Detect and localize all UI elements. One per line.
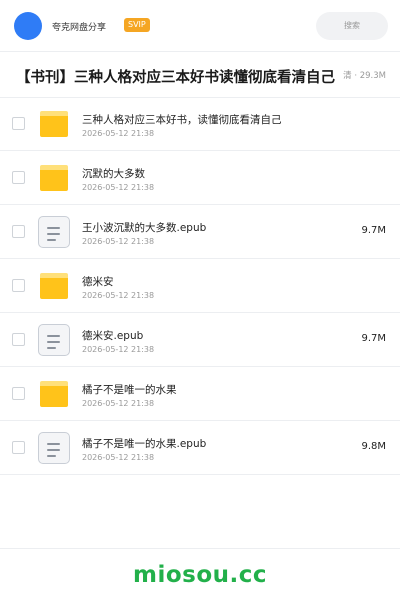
item-date: 2026-05-12 21:38 <box>82 183 155 192</box>
item-date: 2026-05-12 21:38 <box>82 453 155 462</box>
folder-icon <box>38 270 70 302</box>
list-item[interactable]: 三种人格对应三本好书，读懂彻底看清自己 2026-05-12 21:38 <box>0 97 400 151</box>
divider <box>0 548 400 549</box>
file-list: 三种人格对应三本好书，读懂彻底看清自己 2026-05-12 21:38 沉默的大多… <box>0 97 400 475</box>
folder-icon <box>38 108 70 140</box>
item-date: 2026-05-12 21:38 <box>82 237 155 246</box>
item-name[interactable]: 橘子不是唯一的水果.epub <box>82 436 206 451</box>
folder-meta: 清 · 29.3M <box>343 71 386 81</box>
folder-icon <box>38 378 70 410</box>
item-name[interactable]: 沉默的大多数 <box>82 166 145 181</box>
item-size: 9.7M <box>361 333 386 344</box>
brand-name: 夸克网盘分享 <box>52 23 107 33</box>
item-name[interactable]: 德米安.epub <box>82 328 143 343</box>
select-checkbox[interactable] <box>12 387 25 400</box>
list-item[interactable]: 橘子不是唯一的水果.epub 2026-05-12 21:38 9.8M <box>0 421 400 475</box>
folder-icon <box>38 162 70 194</box>
search-input[interactable]: 搜索 <box>316 12 388 40</box>
app-header: 夸克网盘分享 SVIP 搜索 <box>0 0 400 52</box>
folder-header: 【书刊】三种人格对应三本好书读懂彻底看清自己 清 · 29.3M <box>0 52 400 98</box>
item-date: 2026-05-12 21:38 <box>82 129 155 138</box>
watermark: miosou.cc <box>132 562 268 588</box>
item-name[interactable]: 三种人格对应三本好书，读懂彻底看清自己 <box>82 112 282 127</box>
list-item[interactable]: 沉默的大多数 2026-05-12 21:38 <box>0 151 400 205</box>
item-size: 9.8M <box>361 441 386 452</box>
item-name[interactable]: 王小波沉默的大多数.epub <box>82 220 206 235</box>
item-name[interactable]: 德米安 <box>82 274 114 289</box>
select-checkbox[interactable] <box>12 171 25 184</box>
select-checkbox[interactable] <box>12 279 25 292</box>
avatar[interactable] <box>14 12 42 40</box>
list-item[interactable]: 德米安 2026-05-12 21:38 <box>0 259 400 313</box>
svip-badge[interactable]: SVIP <box>124 18 150 32</box>
document-icon <box>38 216 70 248</box>
select-checkbox[interactable] <box>12 333 25 346</box>
list-item[interactable]: 王小波沉默的大多数.epub 2026-05-12 21:38 9.7M <box>0 205 400 259</box>
item-date: 2026-05-12 21:38 <box>82 399 155 408</box>
select-checkbox[interactable] <box>12 117 25 130</box>
document-icon <box>38 324 70 356</box>
select-checkbox[interactable] <box>12 441 25 454</box>
item-date: 2026-05-12 21:38 <box>82 291 155 300</box>
list-item[interactable]: 橘子不是唯一的水果 2026-05-12 21:38 <box>0 367 400 421</box>
select-checkbox[interactable] <box>12 225 25 238</box>
document-icon <box>38 432 70 464</box>
page-title: 【书刊】三种人格对应三本好书读懂彻底看清自己 <box>16 70 335 86</box>
item-size: 9.7M <box>361 225 386 236</box>
list-item[interactable]: 德米安.epub 2026-05-12 21:38 9.7M <box>0 313 400 367</box>
item-name[interactable]: 橘子不是唯一的水果 <box>82 382 177 397</box>
item-date: 2026-05-12 21:38 <box>82 345 155 354</box>
